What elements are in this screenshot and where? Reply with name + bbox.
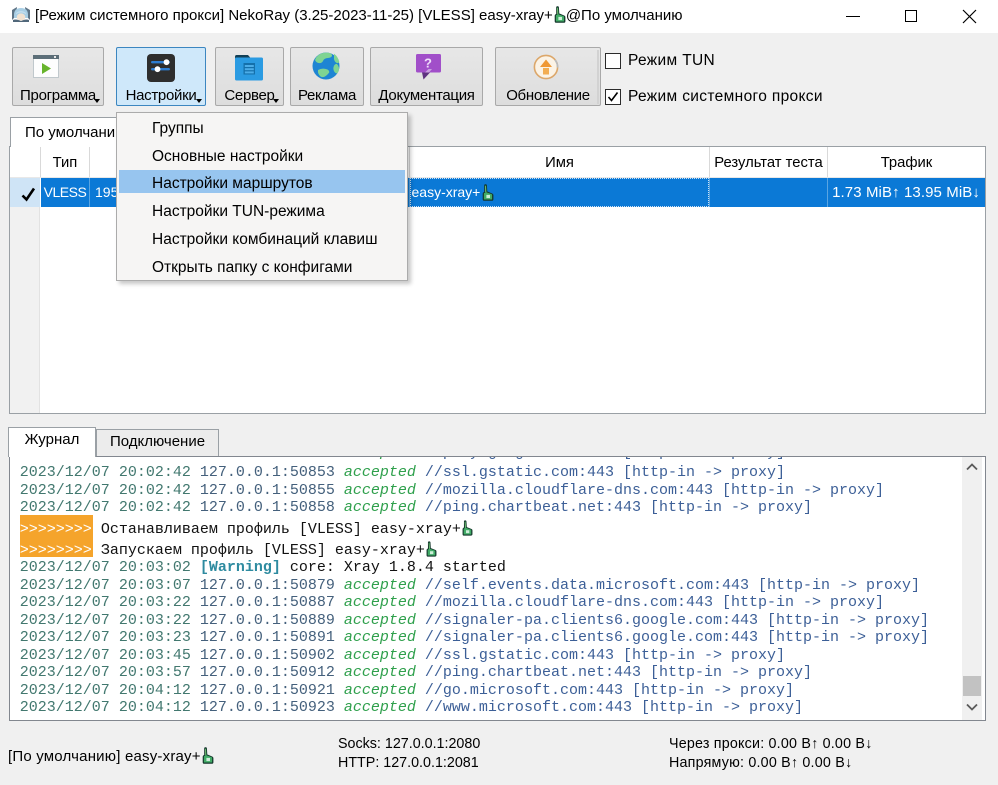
svg-text:?: ?	[424, 56, 432, 71]
